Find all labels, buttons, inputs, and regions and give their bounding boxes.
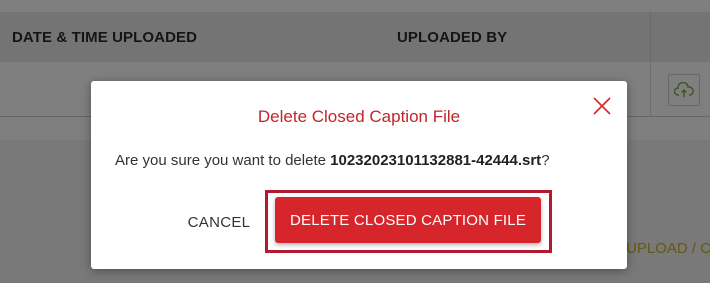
dialog-message-prefix: Are you sure you want to delete: [115, 152, 331, 169]
dialog-message: Are you sure you want to delete 10232023…: [115, 152, 550, 169]
cancel-button[interactable]: CANCEL: [177, 203, 261, 241]
delete-closed-caption-file-button[interactable]: DELETE CLOSED CAPTION FILE: [275, 197, 541, 243]
dialog-message-suffix: ?: [541, 152, 550, 169]
dialog-filename: 10232023101132881-42444.srt: [330, 152, 542, 169]
dialog-title: Delete Closed Caption File: [257, 107, 461, 126]
delete-caption-dialog: Delete Closed Caption File Are you sure …: [91, 81, 627, 269]
